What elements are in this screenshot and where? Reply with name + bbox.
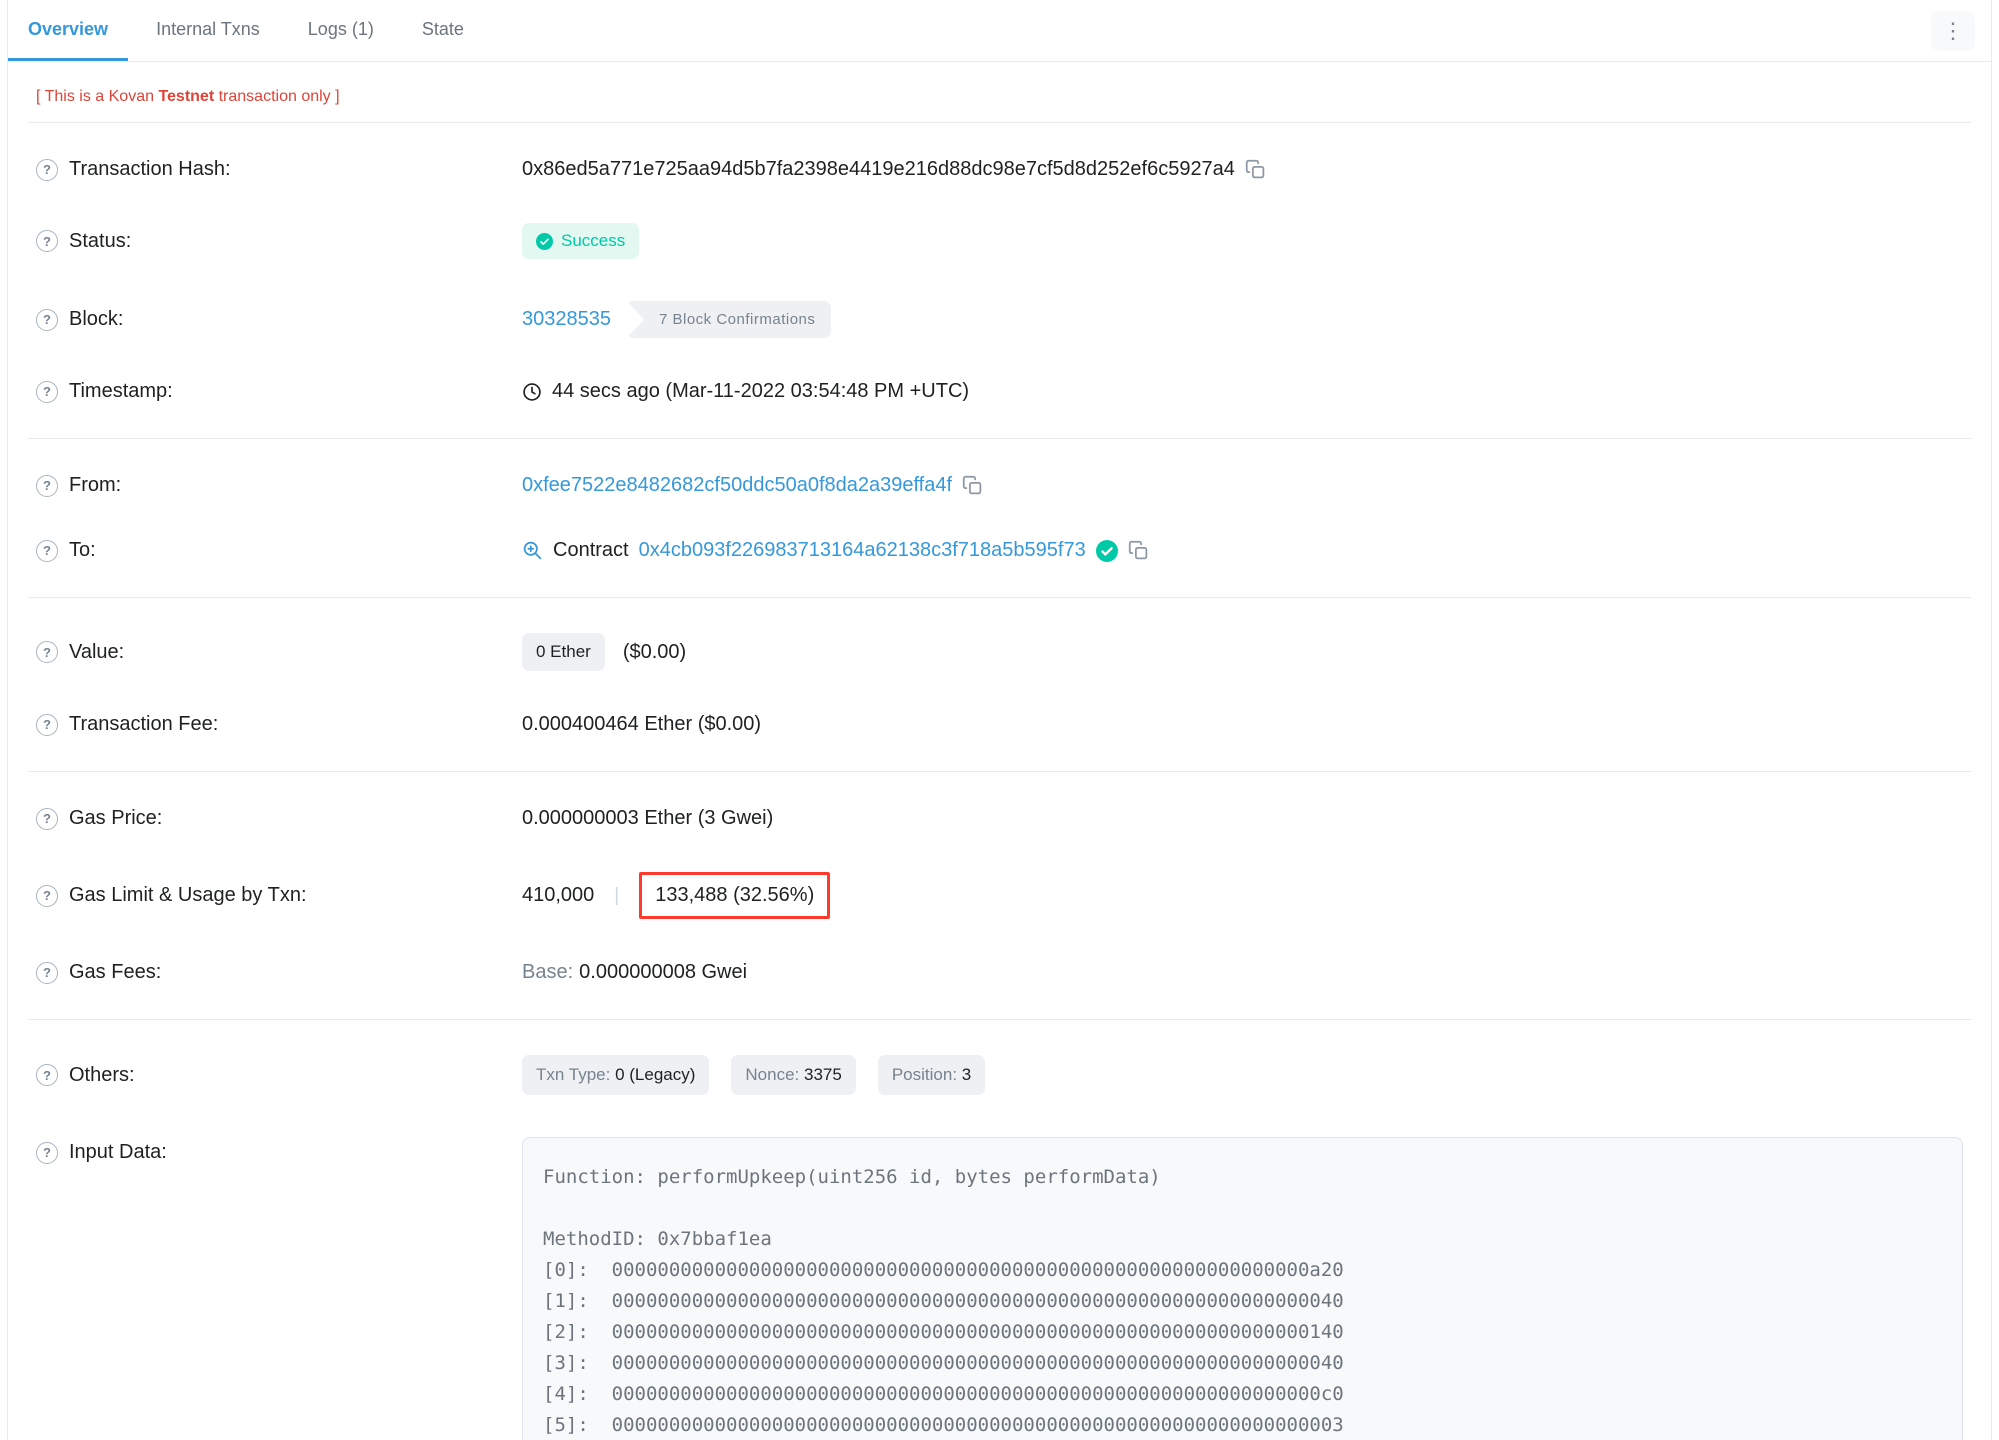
transaction-card: Overview Internal Txns Logs (1) State ⋮ …: [7, 0, 1992, 1440]
copy-icon: [962, 475, 982, 495]
help-icon[interactable]: ?: [36, 539, 58, 562]
gas-limit-usage-row: ? Gas Limit & Usage by Txn: 410,000 | 13…: [28, 851, 1971, 940]
tab-bar: Overview Internal Txns Logs (1) State ⋮: [8, 0, 1991, 62]
transaction-hash-label: Transaction Hash:: [69, 158, 231, 180]
block-confirmations-badge: 7 Block Confirmations: [626, 301, 832, 338]
input-data-text: Function: performUpkeep(uint256 id, byte…: [543, 1166, 1344, 1436]
warning-bold: Testnet: [158, 88, 215, 105]
block-link[interactable]: 30328535: [522, 308, 611, 331]
gas-limit-usage-label: Gas Limit & Usage by Txn:: [69, 884, 307, 906]
txn-type-key: Txn Type:: [536, 1065, 611, 1084]
value-row: ? Value: 0 Ether ($0.00): [28, 612, 1971, 692]
others-row: ? Others: Txn Type: 0 (Legacy) Nonce: 33…: [28, 1034, 1971, 1116]
testnet-warning: [ This is a Kovan Testnet transaction on…: [28, 62, 1971, 123]
transaction-hash-value: 0x86ed5a771e725aa94d5b7fa2398e4419e216d8…: [522, 158, 1235, 180]
value-label: Value:: [69, 640, 125, 663]
status-row: ? Status: Success: [28, 202, 1971, 280]
section-addresses: ? From: 0xfee7522e8482682cf50ddc50a0f8da…: [28, 439, 1971, 598]
warning-suffix: transaction only ]: [214, 88, 340, 105]
copy-to-button[interactable]: [1128, 540, 1149, 561]
copy-icon: [1128, 540, 1147, 560]
block-label: Block:: [69, 308, 124, 330]
verified-check-icon: [1095, 539, 1118, 562]
help-icon[interactable]: ?: [36, 230, 58, 252]
transaction-fee-label: Transaction Fee:: [69, 713, 219, 735]
others-label: Others:: [69, 1063, 135, 1086]
section-others: ? Others: Txn Type: 0 (Legacy) Nonce: 33…: [28, 1020, 1971, 1440]
status-badge: Success: [522, 223, 640, 259]
timestamp-label: Timestamp:: [69, 380, 173, 402]
copy-from-button[interactable]: [962, 475, 983, 496]
to-address-link[interactable]: 0x4cb093f226983713164a62138c3f718a5b595f…: [639, 539, 1086, 562]
search-plus-icon[interactable]: [522, 540, 543, 561]
section-overview-top: ? Transaction Hash: 0x86ed5a771e725aa94d…: [28, 123, 1971, 439]
more-options-button[interactable]: ⋮: [1931, 10, 1975, 51]
base-fee-value: 0.000000008 Gwei: [579, 961, 748, 983]
help-icon[interactable]: ?: [36, 1064, 58, 1086]
position-value: 3: [961, 1065, 972, 1084]
help-icon[interactable]: ?: [36, 807, 58, 830]
to-label: To:: [69, 539, 96, 561]
nonce-key: Nonce:: [745, 1065, 800, 1084]
help-icon[interactable]: ?: [36, 158, 58, 181]
tab-state[interactable]: State: [402, 0, 484, 61]
base-fee-label: Base:: [522, 961, 574, 983]
kebab-icon: ⋮: [1942, 17, 1964, 43]
gas-usage-highlight-box: 133,488 (32.56%): [639, 872, 831, 919]
status-value: Success: [561, 231, 626, 250]
help-icon[interactable]: ?: [36, 1141, 58, 1164]
gas-price-row: ? Gas Price: 0.000000003 Ether (3 Gwei): [28, 786, 1971, 851]
value-usd: ($0.00): [622, 640, 687, 663]
transaction-fee-row: ? Transaction Fee: 0.000400464 Ether ($0…: [28, 692, 1971, 757]
check-circle-icon: [536, 232, 553, 250]
input-data-label: Input Data:: [69, 1141, 167, 1163]
from-label: From:: [69, 474, 122, 496]
txn-type-value: 0 (Legacy): [615, 1065, 696, 1084]
help-icon[interactable]: ?: [36, 380, 58, 403]
copy-icon: [1245, 159, 1265, 179]
help-icon[interactable]: ?: [36, 641, 58, 663]
input-data-row: ? Input Data: Function: performUpkeep(ui…: [28, 1116, 1971, 1440]
from-row: ? From: 0xfee7522e8482682cf50ddc50a0f8da…: [28, 453, 1971, 518]
gas-price-label: Gas Price:: [69, 807, 163, 829]
separator: |: [614, 884, 620, 906]
transaction-fee-value: 0.000400464 Ether ($0.00): [522, 713, 762, 735]
block-row: ? Block: 30328535 7 Block Confirmations: [28, 280, 1971, 359]
nonce-badge: Nonce: 3375: [731, 1055, 856, 1095]
tab-overview[interactable]: Overview: [8, 0, 129, 61]
section-value: ? Value: 0 Ether ($0.00) ? Transaction F…: [28, 598, 1971, 772]
copy-hash-button[interactable]: [1245, 159, 1266, 180]
timestamp-value: 44 secs ago (Mar-11-2022 03:54:48 PM +UT…: [552, 380, 970, 402]
clock-icon: [523, 382, 541, 401]
gas-limit-value: 410,000: [522, 884, 595, 906]
position-key: Position:: [891, 1065, 958, 1084]
from-address-link[interactable]: 0xfee7522e8482682cf50ddc50a0f8da2a39effa…: [522, 474, 952, 497]
timestamp-row: ? Timestamp: 44 secs ago (Mar-11-2022 03…: [28, 359, 1971, 424]
help-icon[interactable]: ?: [36, 474, 58, 497]
help-icon[interactable]: ?: [36, 961, 58, 984]
section-gas: ? Gas Price: 0.000000003 Ether (3 Gwei) …: [28, 772, 1971, 1020]
to-row: ? To: Contract 0x4cb093f226983713164a621…: [28, 518, 1971, 583]
position-badge: Position: 3: [877, 1055, 986, 1095]
transaction-hash-row: ? Transaction Hash: 0x86ed5a771e725aa94d…: [28, 137, 1971, 202]
tab-internal-txns[interactable]: Internal Txns: [136, 0, 280, 61]
gas-price-value: 0.000000003 Ether (3 Gwei): [522, 807, 774, 829]
gas-fees-row: ? Gas Fees: Base: 0.000000008 Gwei: [28, 940, 1971, 1005]
help-icon[interactable]: ?: [36, 308, 58, 331]
gas-fees-label: Gas Fees:: [69, 961, 162, 983]
value-badge: 0 Ether: [522, 633, 605, 671]
warning-prefix: [ This is a Kovan: [36, 88, 159, 105]
txn-type-badge: Txn Type: 0 (Legacy): [522, 1055, 710, 1095]
contract-word: Contract: [553, 539, 629, 561]
nonce-value: 3375: [804, 1065, 842, 1084]
tab-logs[interactable]: Logs (1): [288, 0, 394, 61]
input-data-box[interactable]: Function: performUpkeep(uint256 id, byte…: [522, 1137, 1963, 1440]
status-label: Status:: [69, 229, 132, 252]
gas-usage-value: 133,488 (32.56%): [655, 884, 815, 906]
help-icon[interactable]: ?: [36, 884, 58, 907]
help-icon[interactable]: ?: [36, 713, 58, 736]
